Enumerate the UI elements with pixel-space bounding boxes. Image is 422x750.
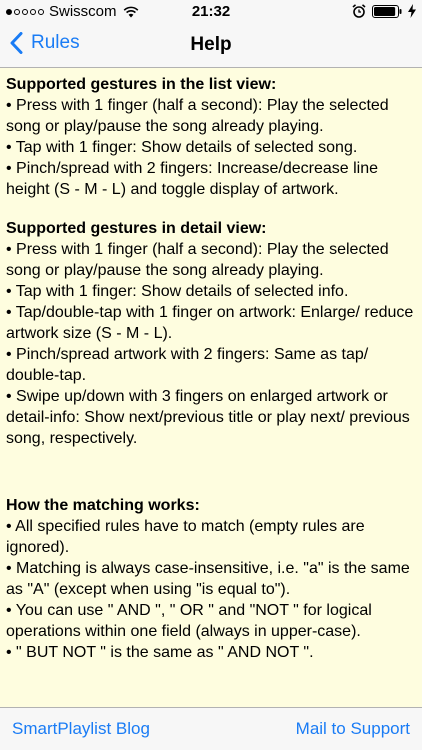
- list-item: • Pinch/spread with 2 fingers: Increase/…: [6, 160, 379, 198]
- navigation-bar: Rules Help: [0, 24, 422, 68]
- list-item: • " BUT NOT " is the same as " AND NOT "…: [6, 644, 314, 661]
- list-item: • Matching is always case-insensitive, i…: [6, 560, 410, 598]
- list-item: • All specified rules have to match (emp…: [6, 518, 365, 556]
- battery-level-fill: [374, 6, 396, 16]
- page-title: Help: [190, 34, 232, 55]
- help-content[interactable]: Supported gestures in the list view: • P…: [0, 68, 422, 707]
- alarm-icon: [352, 4, 366, 18]
- list-item: • Swipe up/down with 3 fingers on enlarg…: [6, 388, 410, 447]
- list-item: • You can use " AND ", " OR " and "NOT "…: [6, 602, 372, 640]
- charging-icon: [408, 4, 416, 18]
- list-item: • Tap with 1 finger: Show details of sel…: [6, 139, 358, 156]
- bottom-toolbar: SmartPlaylist Blog Mail to Support: [0, 707, 422, 750]
- list-item: • Press with 1 finger (half a second): P…: [6, 241, 389, 279]
- detail-view-section: Supported gestures in detail view: • Pre…: [6, 218, 416, 449]
- mail-to-support-link[interactable]: Mail to Support: [296, 719, 410, 739]
- list-view-section: Supported gestures in the list view: • P…: [6, 74, 416, 200]
- battery-icon: [372, 4, 402, 18]
- section-title: Supported gestures in detail view:: [6, 220, 267, 237]
- list-item: • Pinch/spread artwork with 2 fingers: S…: [6, 346, 369, 384]
- status-right: [352, 4, 416, 18]
- list-item: • Press with 1 finger (half a second): P…: [6, 97, 389, 135]
- status-bar: Swisscom 21:32: [0, 0, 422, 24]
- matching-section: How the matching works: • All specified …: [6, 495, 416, 663]
- list-item: • Tap with 1 finger: Show details of sel…: [6, 283, 349, 300]
- section-title: Supported gestures in the list view:: [6, 76, 277, 93]
- section-title: How the matching works:: [6, 497, 200, 514]
- smartplaylist-blog-link[interactable]: SmartPlaylist Blog: [12, 719, 150, 739]
- list-item: • Tap/double-tap with 1 finger on artwor…: [6, 304, 414, 342]
